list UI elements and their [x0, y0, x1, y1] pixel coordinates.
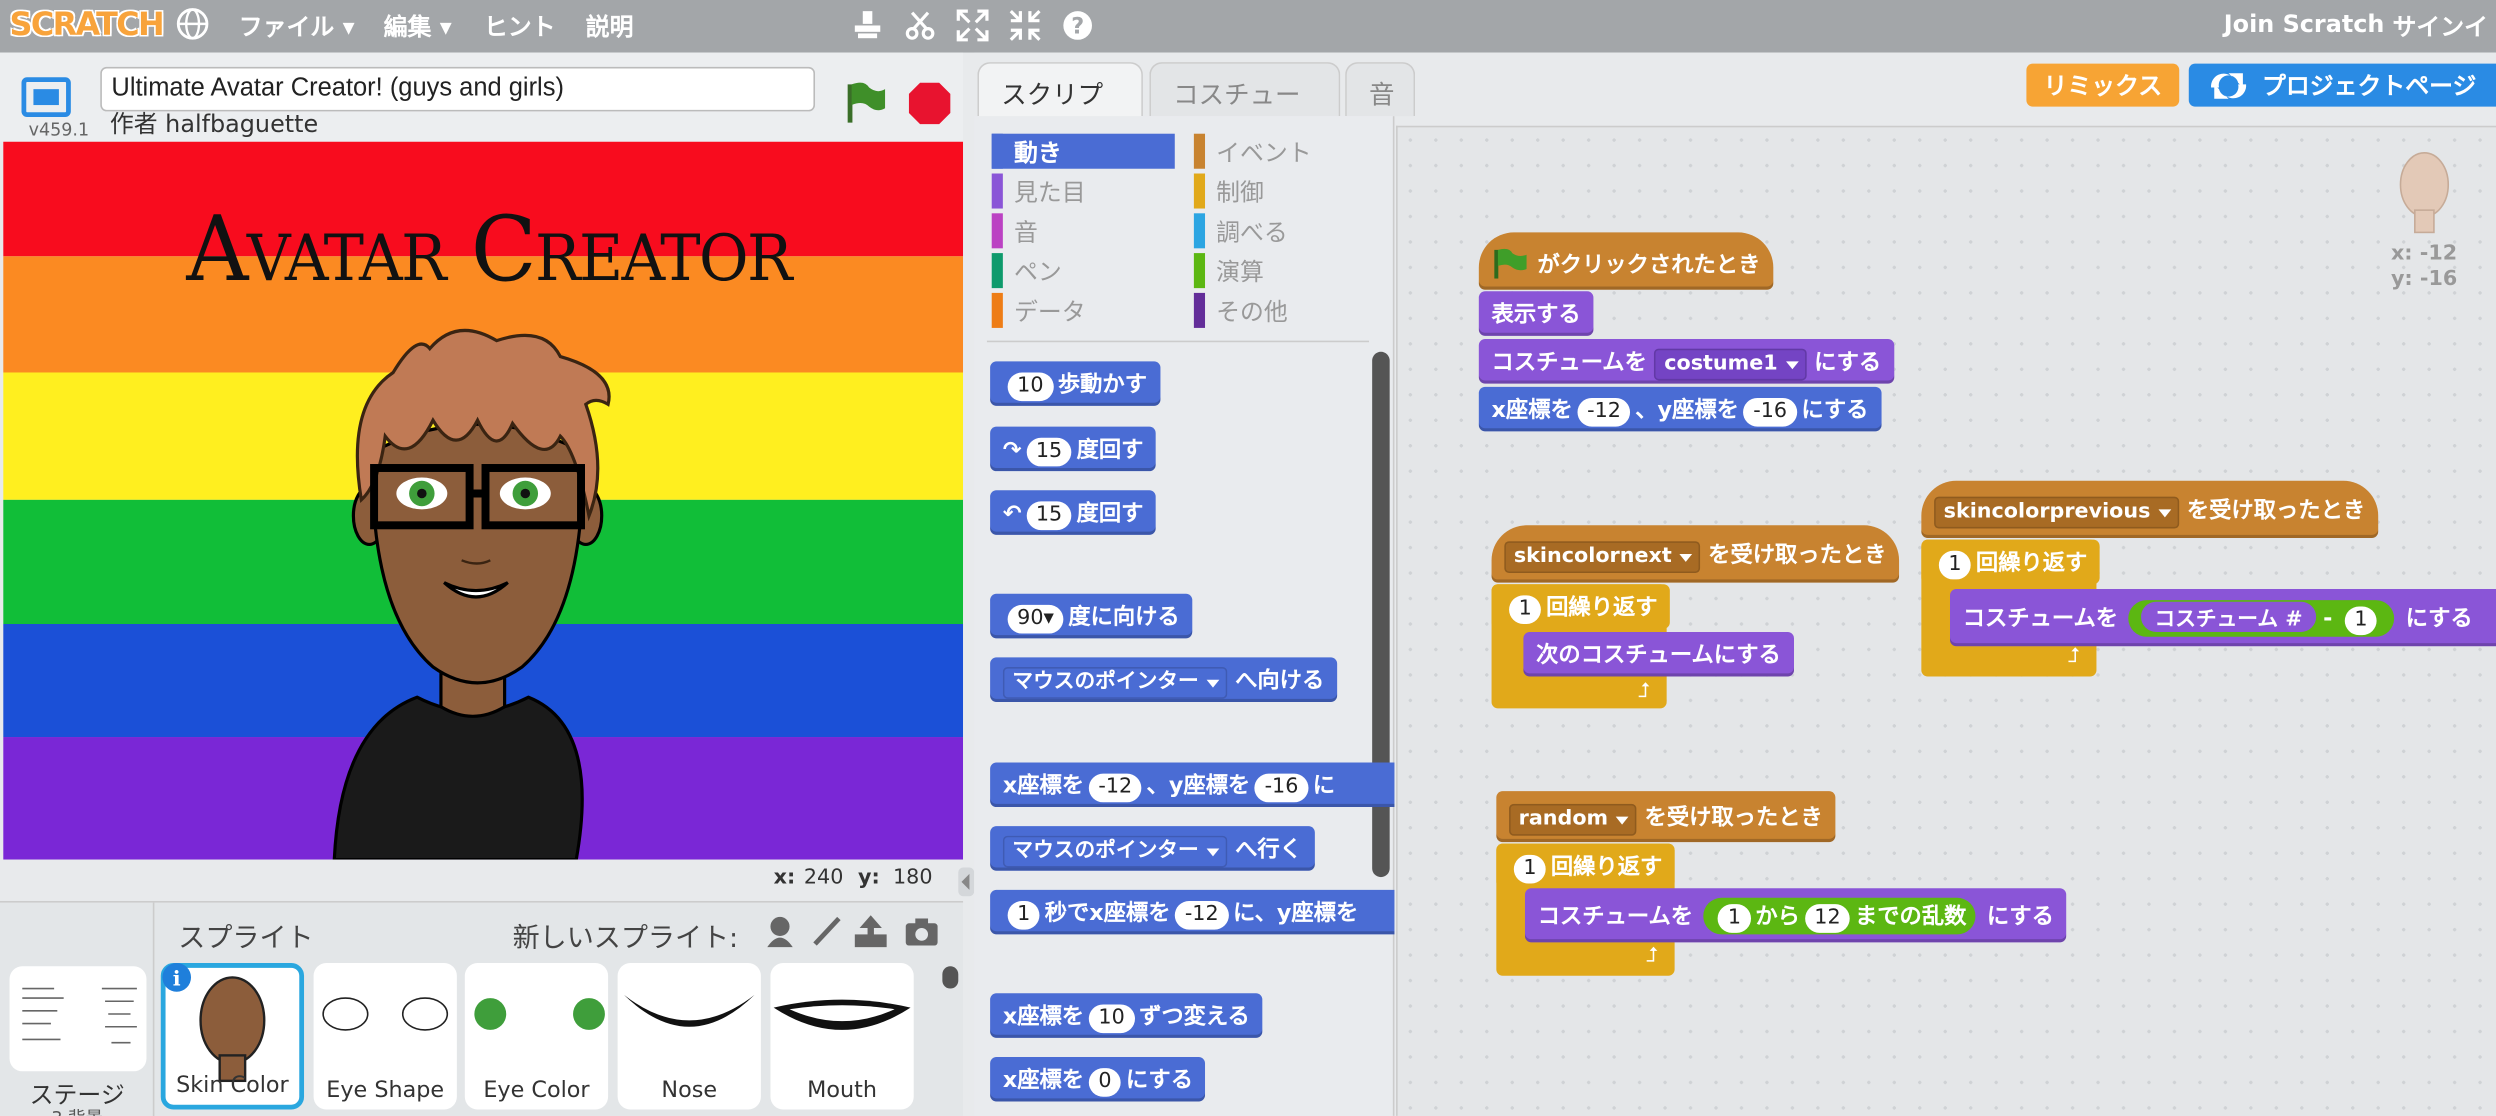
- avatar-creator-title: Avatar Creator: [186, 196, 792, 302]
- repeat-header: 1 回繰り返す: [1496, 843, 1676, 889]
- signin-link[interactable]: サインイ: [2393, 10, 2489, 43]
- block-point-direction[interactable]: 90▾ 度に向ける: [990, 593, 1193, 639]
- block-switch-costume-random[interactable]: コスチュームを 1 から 12 までの乱数 にする: [1524, 888, 2067, 943]
- svg-text:?: ?: [1071, 13, 1084, 39]
- grow-icon[interactable]: [955, 8, 990, 49]
- sprite-name: Eye Shape: [326, 1077, 445, 1104]
- block-palette: 動き 見た目 音 ペン データ イベント 制御 調べる 演算 その他 10 歩動か…: [974, 116, 1395, 1116]
- stage-header: v459.1 作者 halfbaguette: [0, 52, 964, 142]
- collapse-arrow-icon[interactable]: [958, 867, 975, 897]
- block-turn-left[interactable]: ↶ 15 度回す: [990, 490, 1157, 535]
- loop-arrow-icon: ⮥: [1638, 679, 1651, 704]
- new-sprite-label: 新しいスプライト:: [512, 923, 739, 956]
- block-switch-costume-expr[interactable]: コスチュームを コスチューム # - 1 にする: [1950, 588, 2496, 647]
- category-control[interactable]: 制御: [1193, 173, 1375, 209]
- tab-sounds[interactable]: 音: [1345, 62, 1416, 117]
- rotate-cw-icon: ↷: [1002, 437, 1022, 464]
- sprite-mouth[interactable]: Mouth: [770, 963, 914, 1110]
- sprite-name: Mouth: [807, 1077, 878, 1104]
- sprite-name: Eye Color: [483, 1077, 590, 1104]
- project-title-input[interactable]: [100, 66, 816, 112]
- sprite-eye-shape[interactable]: Eye Shape: [313, 963, 457, 1110]
- block-move-steps[interactable]: 10 歩動かす: [990, 361, 1160, 406]
- version-label: v459.1: [28, 119, 90, 141]
- category-events[interactable]: イベント: [1193, 133, 1375, 169]
- sprite-preview: [2399, 152, 2450, 234]
- category-looks[interactable]: 見た目: [991, 173, 1173, 209]
- category-operators[interactable]: 演算: [1193, 253, 1375, 289]
- script-area[interactable]: x: -12 y: -16 がクリックされたとき 表示する コスチュームを co…: [1396, 125, 2496, 1116]
- help-icon[interactable]: ?: [1060, 8, 1095, 49]
- scissors-icon[interactable]: [903, 8, 938, 49]
- loop-arrow-icon: ⮥: [1645, 943, 1659, 968]
- sprite-header: スプライト: [178, 923, 314, 956]
- project-page-button[interactable]: プロジェクトページ: [2188, 63, 2496, 107]
- block-turn-right[interactable]: ↷ 15 度回す: [990, 426, 1157, 472]
- category-sound[interactable]: 音: [991, 213, 1173, 249]
- stage-backdrop-count: 3 背景: [0, 1105, 154, 1116]
- sprite-name: Nose: [661, 1077, 718, 1104]
- block-set-x[interactable]: x座標を 0 にする: [990, 1056, 1206, 1102]
- svg-text:i: i: [173, 966, 181, 990]
- scratch-logo[interactable]: SCRATCH: [10, 5, 165, 43]
- block-switch-costume[interactable]: コスチュームを costume1 にする: [1478, 339, 1894, 384]
- stage-canvas[interactable]: Avatar Creator: [3, 141, 964, 860]
- block-point-towards[interactable]: マウスのポインター へ向ける: [990, 657, 1337, 703]
- menu-help[interactable]: 説明: [586, 10, 634, 43]
- green-flag-icon[interactable]: [844, 78, 889, 132]
- menu-bar: SCRATCH ファイル ▾ 編集 ▾ ヒント 説明 ? Join Scratc…: [0, 0, 2496, 53]
- palette-divider: [986, 340, 1369, 343]
- block-next-costume[interactable]: 次のコスチュームにする: [1523, 631, 1794, 677]
- camera-icon[interactable]: [903, 912, 941, 957]
- stop-icon[interactable]: [906, 80, 954, 134]
- rotate-ccw-icon: ↶: [1002, 501, 1022, 527]
- category-sensing[interactable]: 調べる: [1193, 213, 1375, 249]
- remix-button[interactable]: リミックス: [2026, 63, 2180, 107]
- tab-costumes[interactable]: コスチューム: [1149, 62, 1341, 148]
- hat-receive-random[interactable]: random を受け取ったとき: [1496, 791, 1836, 843]
- duplicate-stamp-icon[interactable]: [850, 8, 885, 49]
- hat-receive-skincolornext[interactable]: skincolornext を受け取ったとき: [1491, 525, 1900, 583]
- editor-tabs: スクリプト コスチューム 音 リミックス プロジェクトページ: [974, 52, 2496, 148]
- tab-scripts[interactable]: スクリプト: [977, 62, 1143, 148]
- sprite-y-readout: y: -16: [2390, 267, 2458, 292]
- category-pen[interactable]: ペン: [991, 253, 1173, 289]
- menu-hint[interactable]: ヒント: [484, 10, 556, 43]
- block-goto[interactable]: マウスのポインター へ行く: [990, 826, 1315, 871]
- block-change-x[interactable]: x座標を 10 ずつ変える: [990, 993, 1263, 1038]
- category-motion[interactable]: 動き: [991, 133, 1175, 169]
- loop-arrow-icon: ⮥: [2067, 644, 2081, 669]
- upload-icon[interactable]: [852, 912, 890, 957]
- sprite-nose[interactable]: Nose: [617, 963, 761, 1110]
- block-glide[interactable]: 1 秒でx座標を -12 に、y座標を: [990, 889, 1395, 935]
- author-label: 作者 halfbaguette: [109, 109, 319, 139]
- globe-icon[interactable]: [175, 6, 210, 47]
- sprite-pane: スプライト 新しいスプライト: ステージ 3 背景 Skin Color i E…: [0, 900, 964, 1116]
- block-goto-xy[interactable]: x座標を -12 、y座標を -16 に: [990, 762, 1395, 808]
- join-scratch-link[interactable]: Join Scratch: [2224, 10, 2385, 39]
- sprite-library-icon[interactable]: [761, 912, 799, 957]
- project-page-icon: [2211, 73, 2247, 99]
- sprite-scrollbar[interactable]: [942, 966, 959, 989]
- mouse-coords: x: 240 y: 180: [773, 865, 933, 890]
- repeat-header: 1 回繰り返す: [1921, 539, 2101, 585]
- menu-file[interactable]: ファイル ▾: [239, 10, 355, 43]
- category-data[interactable]: データ: [991, 292, 1173, 328]
- stage-thumb[interactable]: [9, 966, 147, 1072]
- sprite-name: Skin Color: [176, 1072, 289, 1099]
- hat-receive-skincolorprevious[interactable]: skincolorprevious を受け取ったとき: [1921, 480, 2378, 539]
- hat-green-flag-clicked[interactable]: がクリックされたとき: [1478, 232, 1774, 290]
- avatar-figure: [332, 328, 611, 860]
- paint-brush-icon[interactable]: [809, 912, 847, 957]
- sprite-eye-color[interactable]: Eye Color: [464, 963, 609, 1110]
- green-flag-icon: [1494, 248, 1527, 279]
- block-show[interactable]: 表示する: [1478, 291, 1594, 336]
- block-goto-xy-script[interactable]: x座標を -12 、y座標を -16 にする: [1478, 386, 1882, 432]
- sprite-x-readout: x: -12: [2390, 241, 2458, 266]
- category-more[interactable]: その他: [1193, 292, 1375, 328]
- menu-edit[interactable]: 編集 ▾: [384, 10, 452, 43]
- info-icon[interactable]: i: [161, 961, 193, 999]
- repeat-header: 1 回繰り返す: [1491, 584, 1671, 629]
- shrink-icon[interactable]: [1008, 8, 1043, 49]
